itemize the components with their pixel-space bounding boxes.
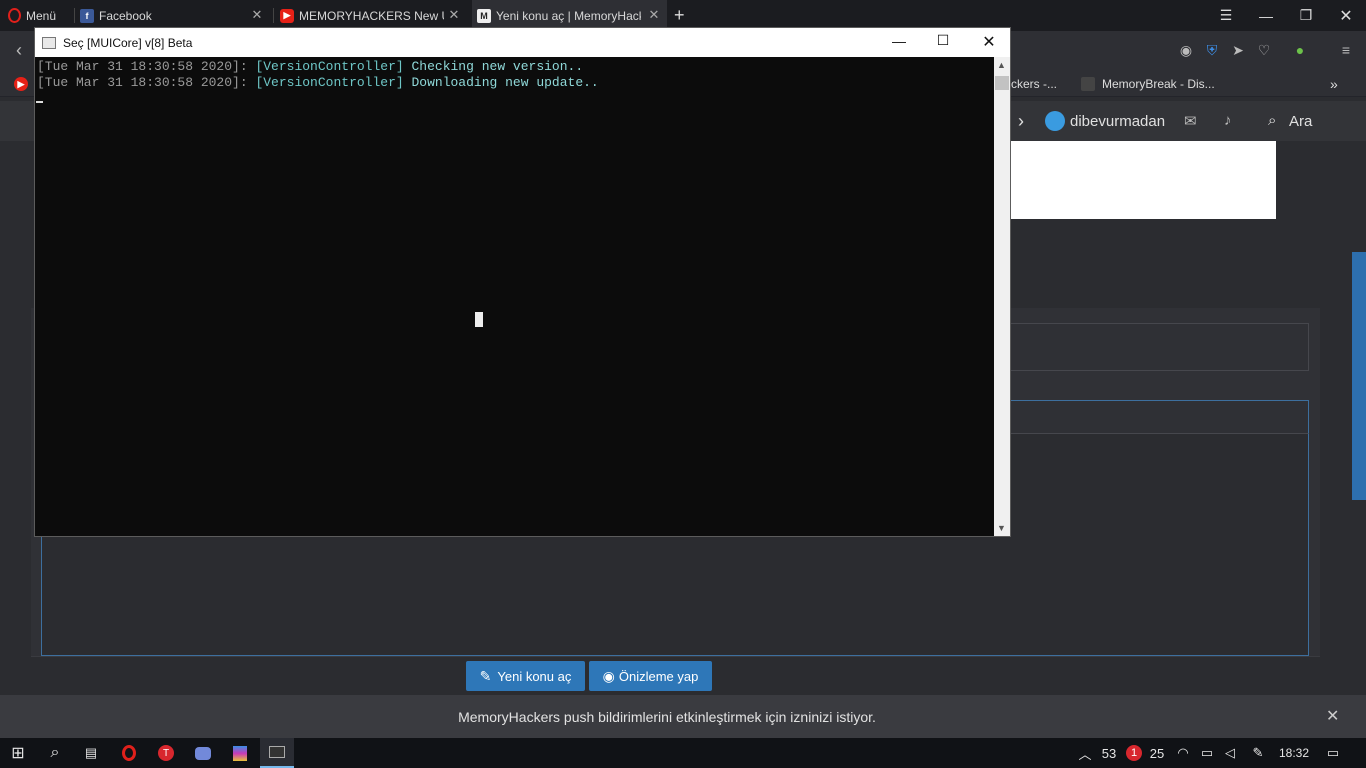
winrar-taskbar-icon[interactable] (223, 738, 257, 768)
log-timestamp: [Tue Mar 31 18:30:58 2020]: (37, 75, 248, 90)
push-notification-bar: MemoryHackers push bildirimlerini etkinl… (0, 695, 1366, 738)
banner-box (1011, 141, 1276, 219)
heart-icon[interactable]: ♡ (1254, 40, 1274, 60)
eye-icon: ◉ (602, 667, 615, 684)
action-center-icon[interactable]: ▭ (1320, 738, 1346, 768)
scroll-down-icon[interactable]: ▼ (997, 523, 1006, 533)
title-input[interactable] (1011, 323, 1309, 371)
new-topic-button[interactable]: ✎ Yeni konu aç (466, 661, 585, 691)
back-icon[interactable]: ‹ (9, 40, 29, 60)
console-window: Seç [MUICore] v[8] Beta — ☐ ✕ [Tue Mar 3… (34, 27, 1011, 537)
log-message: Downloading new update.. (411, 75, 599, 90)
tray-count[interactable]: 53 (1098, 738, 1120, 768)
search-icon[interactable]: ⌕ (38, 738, 72, 768)
console-line: [Tue Mar 31 18:30:58 2020]: [VersionCont… (37, 59, 583, 75)
opera-logo-icon (8, 8, 21, 23)
app-taskbar-icon[interactable]: T (149, 738, 183, 768)
extension-icon[interactable]: ● (1290, 40, 1310, 60)
close-icon[interactable]: ✕ (974, 32, 1004, 52)
preview-label: Önizleme yap (618, 668, 699, 684)
minimize-icon[interactable]: — (884, 33, 914, 49)
wifi-icon[interactable]: ◠ (1173, 738, 1193, 768)
editor-toolbar (1011, 400, 1309, 434)
tab-divider (74, 8, 75, 23)
console-title-bar[interactable]: Seç [MUICore] v[8] Beta — ☐ ✕ (35, 28, 1010, 57)
console-scrollbar[interactable]: ▲ ▼ (994, 57, 1010, 536)
bookmark-item[interactable]: ckers -... (1011, 71, 1057, 97)
console-title: Seç [MUICore] v[8] Beta (63, 35, 193, 50)
new-topic-label: Yeni konu aç (497, 668, 572, 684)
close-tab-icon[interactable]: ✕ (647, 8, 661, 22)
tab-divider (273, 8, 274, 23)
battery-icon[interactable]: ▭ (1197, 738, 1217, 768)
camera-icon[interactable]: ◉ (1176, 40, 1196, 60)
shield-icon[interactable]: ⛨ (1202, 40, 1222, 60)
opera-taskbar-icon[interactable] (112, 738, 146, 768)
push-message: MemoryHackers push bildirimlerini etkinl… (458, 709, 876, 725)
bell-icon[interactable]: ♪ (1224, 112, 1232, 129)
text-cursor (36, 101, 43, 103)
bookmark-item[interactable]: MemoryBreak - Dis... (1081, 71, 1215, 97)
console-line: [Tue Mar 31 18:30:58 2020]: [VersionCont… (37, 75, 599, 91)
chevron-up-icon[interactable]: ︿ (1076, 738, 1094, 768)
search-icon[interactable]: ⌕ (1268, 112, 1276, 129)
close-tab-icon[interactable]: ✕ (250, 8, 264, 22)
edit-icon: ✎ (479, 667, 492, 684)
maximize-icon[interactable]: ☐ (928, 32, 958, 49)
menu-label: Menü (26, 8, 57, 23)
tab-title: Yeni konu aç | MemoryHacke (496, 8, 641, 23)
console-taskbar-icon[interactable] (260, 738, 294, 768)
close-icon[interactable]: ✕ (1326, 706, 1339, 726)
console-app-icon (42, 36, 56, 49)
minimize-icon[interactable]: — (1246, 0, 1286, 31)
tray-count[interactable]: 25 (1146, 738, 1168, 768)
console-output[interactable]: [Tue Mar 31 18:30:58 2020]: [VersionCont… (35, 57, 994, 536)
envelope-icon[interactable]: ✉ (1184, 112, 1197, 130)
avatar[interactable] (1045, 111, 1065, 131)
log-timestamp: [Tue Mar 31 18:30:58 2020]: (37, 59, 248, 74)
mouse-caret (475, 312, 483, 327)
youtube-icon: ▶ (280, 8, 294, 23)
tab-title: MEMORYHACKERS New UI (299, 8, 444, 23)
restore-icon[interactable]: ❐ (1286, 0, 1326, 31)
bookmark-label: ckers -... (1011, 77, 1058, 91)
facebook-icon: f (80, 8, 94, 23)
page-scrollbar-thumb[interactable] (1352, 252, 1366, 500)
log-message: Checking new version.. (411, 59, 584, 74)
close-window-icon[interactable]: ✕ (1326, 0, 1366, 31)
memoryhackers-icon: M (477, 8, 491, 23)
notification-badge[interactable]: 1 (1125, 738, 1143, 768)
easy-setup-icon[interactable]: ≡ (1336, 40, 1356, 60)
chevron-right-icon[interactable]: › (1018, 111, 1024, 132)
search-link[interactable]: Ara (1289, 113, 1312, 130)
scroll-up-icon[interactable]: ▲ (997, 60, 1006, 70)
send-icon[interactable]: ➤ (1228, 40, 1248, 60)
bookmark-youtube[interactable]: ▶ (14, 71, 33, 97)
username-link[interactable]: dibevurmadan (1070, 113, 1165, 130)
pen-icon[interactable]: ✎ (1247, 738, 1269, 768)
windows-start-icon[interactable]: ⊞ (0, 738, 36, 768)
taskbar-clock[interactable]: 18:32 (1276, 738, 1312, 768)
log-module: [VersionController] (255, 75, 404, 90)
close-tab-icon[interactable]: ✕ (447, 8, 461, 22)
tab-title: Facebook (99, 8, 152, 23)
tab-menu-icon[interactable]: ☰ (1206, 0, 1246, 31)
console-scroll-thumb[interactable] (995, 76, 1009, 90)
task-view-icon[interactable]: ▤ (74, 738, 108, 768)
preview-button[interactable]: ◉ Önizleme yap (589, 661, 712, 691)
log-module: [VersionController] (255, 59, 404, 74)
bookmark-favicon-icon (1081, 77, 1095, 91)
discord-taskbar-icon[interactable] (186, 738, 220, 768)
youtube-icon: ▶ (14, 77, 28, 91)
bookmark-label: MemoryBreak - Dis... (1102, 77, 1215, 91)
volume-icon[interactable]: ◁ (1220, 738, 1240, 768)
more-bookmarks-icon[interactable]: » (1330, 71, 1338, 97)
